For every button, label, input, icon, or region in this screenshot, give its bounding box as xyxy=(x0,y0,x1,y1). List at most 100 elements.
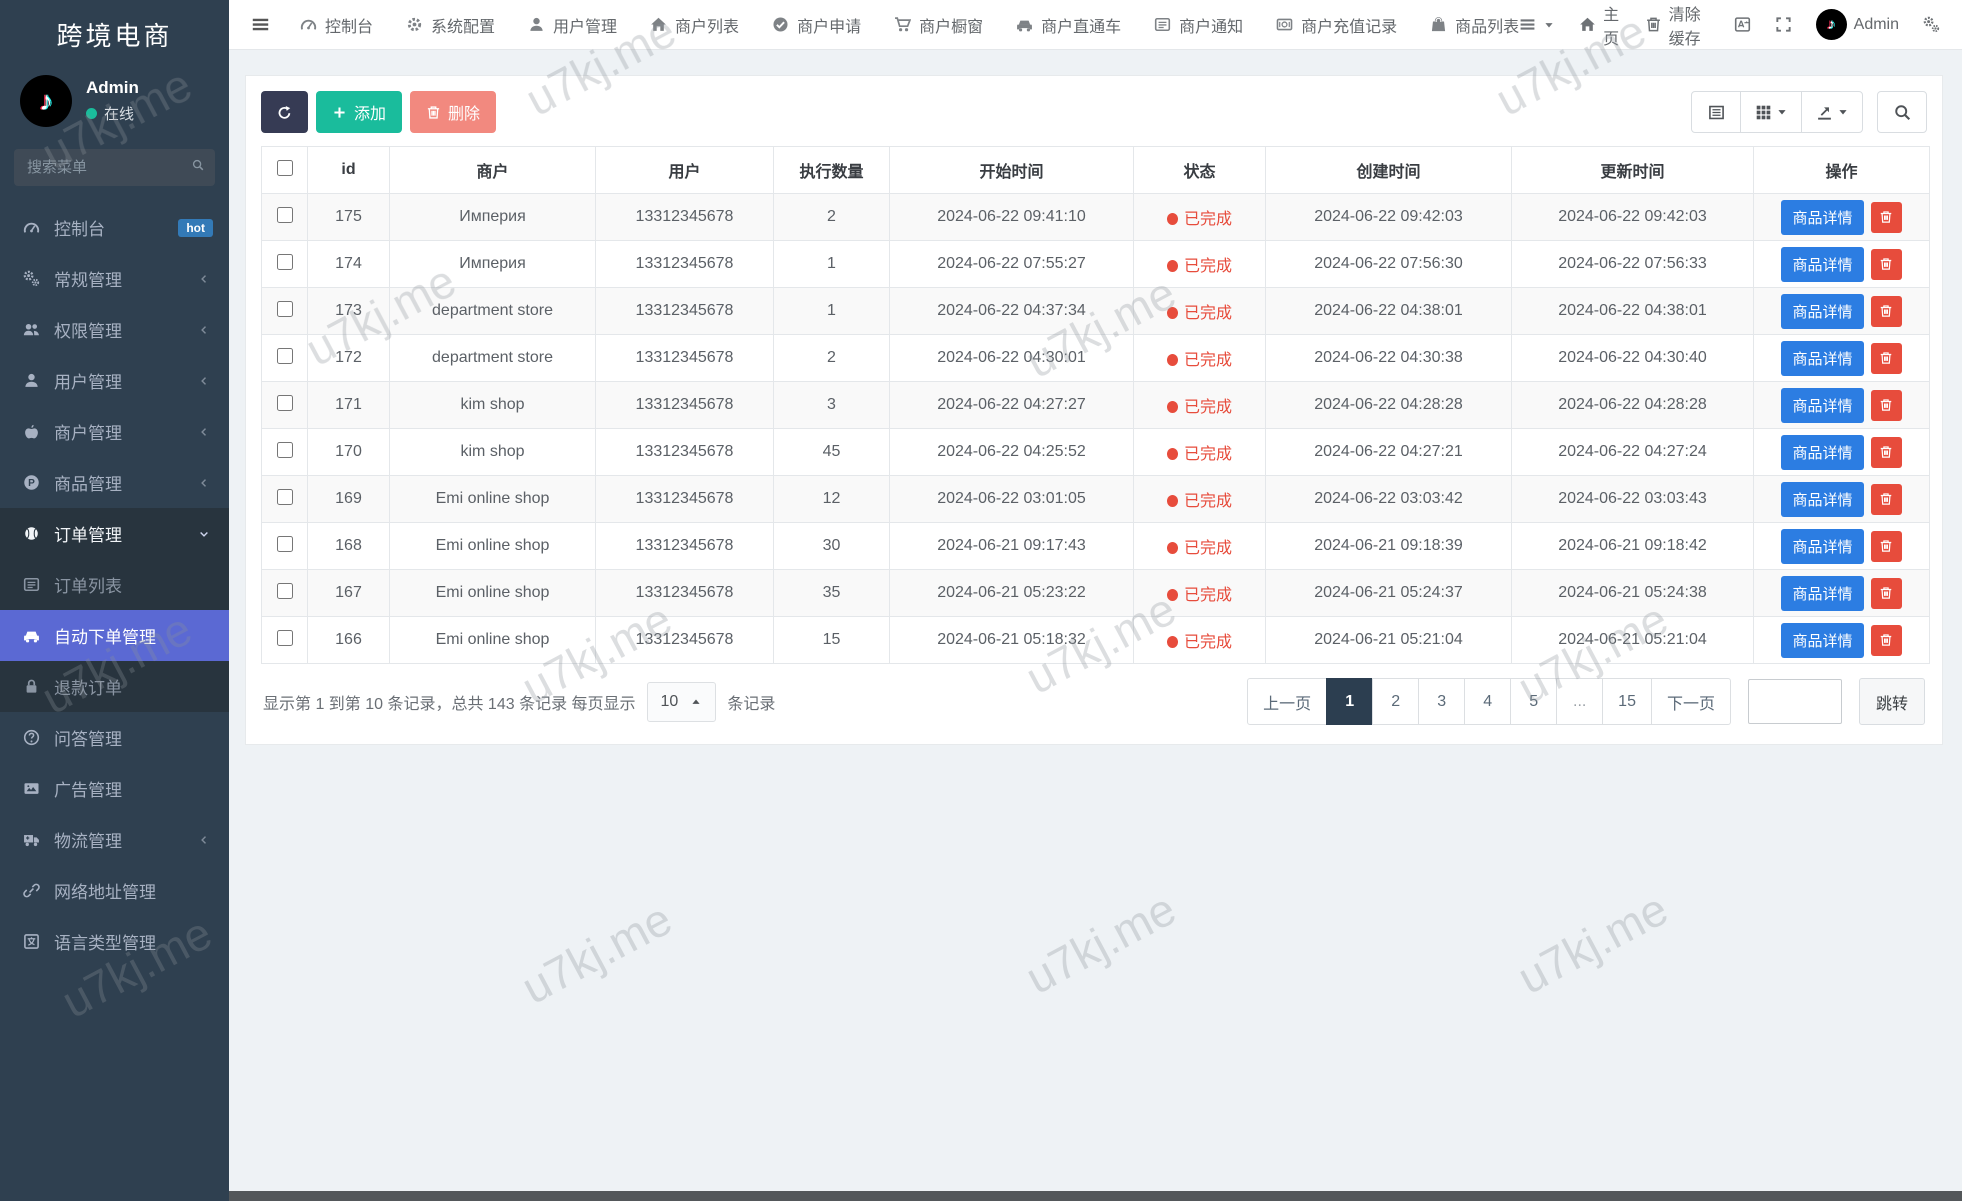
product-detail-button[interactable]: 商品详情 xyxy=(1781,529,1863,564)
table-search-button[interactable] xyxy=(1877,91,1927,133)
row-checkbox[interactable] xyxy=(277,442,293,458)
question-circle-icon xyxy=(22,729,41,746)
product-detail-button[interactable]: 商品详情 xyxy=(1781,576,1863,611)
nav-item-merchant-train[interactable]: 商户直通车 xyxy=(1016,13,1121,37)
product-detail-button[interactable]: 商品详情 xyxy=(1781,200,1863,235)
row-checkbox[interactable] xyxy=(277,207,293,223)
select-all-checkbox[interactable] xyxy=(277,160,293,176)
nav-item-merchant-window[interactable]: 商户橱窗 xyxy=(894,13,983,37)
row-checkbox[interactable] xyxy=(277,583,293,599)
row-delete-button[interactable] xyxy=(1871,296,1902,327)
avatar[interactable]: ♪ xyxy=(20,75,72,127)
sidebar-item-network-address-manage[interactable]: 网络地址管理 xyxy=(0,865,229,916)
sidebar-item-order-list[interactable]: 订单列表 xyxy=(0,559,229,610)
nav-item-product-list[interactable]: 商品列表 xyxy=(1430,13,1519,37)
row-delete-button[interactable] xyxy=(1871,437,1902,468)
row-checkbox[interactable] xyxy=(277,301,293,317)
cell-merchant: kim shop xyxy=(390,429,596,476)
cell-start: 2024-06-22 04:25:52 xyxy=(890,429,1134,476)
column-header: 更新时间 xyxy=(1512,147,1754,194)
nav-item-console[interactable]: 控制台 xyxy=(300,13,373,37)
row-delete-button[interactable] xyxy=(1871,343,1902,374)
product-detail-button[interactable]: 商品详情 xyxy=(1781,388,1863,423)
hamburger-icon[interactable] xyxy=(251,15,270,34)
sidebar-item-ad-manage[interactable]: 广告管理 xyxy=(0,763,229,814)
row-checkbox[interactable] xyxy=(277,630,293,646)
page-jump-input[interactable] xyxy=(1748,679,1842,724)
svg-text:P: P xyxy=(28,478,35,489)
sidebar-item-product-manage[interactable]: P商品管理 xyxy=(0,457,229,508)
export-button[interactable] xyxy=(1801,91,1863,133)
nav-item-user-manage[interactable]: 用户管理 xyxy=(528,13,617,37)
row-checkbox[interactable] xyxy=(277,348,293,364)
row-delete-button[interactable] xyxy=(1871,202,1902,233)
page-button-5[interactable]: 5 xyxy=(1510,678,1557,725)
page-button-3[interactable]: 3 xyxy=(1418,678,1465,725)
home-link[interactable]: 主页 xyxy=(1579,1,1620,49)
sidebar-item-user-manage[interactable]: 用户管理 xyxy=(0,355,229,406)
add-button[interactable]: 添加 xyxy=(316,91,402,133)
fullscreen-button[interactable] xyxy=(1775,16,1792,33)
page-button-4[interactable]: 4 xyxy=(1464,678,1511,725)
row-delete-button[interactable] xyxy=(1871,625,1902,656)
settings-button[interactable] xyxy=(1923,16,1940,33)
row-checkbox[interactable] xyxy=(277,489,293,505)
row-delete-button[interactable] xyxy=(1871,578,1902,609)
row-checkbox[interactable] xyxy=(277,395,293,411)
cart-icon xyxy=(894,16,911,33)
sidebar-item-logistics-manage[interactable]: 物流管理 xyxy=(0,814,229,865)
row-delete-button[interactable] xyxy=(1871,484,1902,515)
sidebar-item-language-type-manage[interactable]: 语言类型管理 xyxy=(0,916,229,967)
sidebar-item-merchant-manage[interactable]: 商户管理 xyxy=(0,406,229,457)
prev-page-button[interactable]: 上一页 xyxy=(1247,678,1327,725)
page-size-select[interactable]: 10 xyxy=(647,682,717,722)
column-header: 用户 xyxy=(596,147,774,194)
row-delete-button[interactable] xyxy=(1871,390,1902,421)
product-detail-button[interactable]: 商品详情 xyxy=(1781,623,1863,658)
sidebar-item-auto-order-manage[interactable]: 自动下单管理 xyxy=(0,610,229,661)
nav-item-merchant-apply[interactable]: 商户申请 xyxy=(772,13,861,37)
sidebar-item-qa-manage[interactable]: 问答管理 xyxy=(0,712,229,763)
product-detail-button[interactable]: 商品详情 xyxy=(1781,482,1863,517)
clear-cache-link[interactable]: 清除缓存 xyxy=(1645,1,1710,49)
columns-button[interactable] xyxy=(1740,91,1802,133)
cell-count: 45 xyxy=(774,429,890,476)
row-delete-button[interactable] xyxy=(1871,249,1902,280)
row-delete-button[interactable] xyxy=(1871,531,1902,562)
page-button-2[interactable]: 2 xyxy=(1372,678,1419,725)
next-page-button[interactable]: 下一页 xyxy=(1651,678,1731,725)
nav-item-merchant-list[interactable]: 商户列表 xyxy=(650,13,739,37)
sidebar-item-general-manage[interactable]: 常规管理 xyxy=(0,253,229,304)
sidebar-item-console[interactable]: 控制台hot xyxy=(0,202,229,253)
horizontal-scrollbar[interactable] xyxy=(229,1191,1962,1201)
username-label: Admin xyxy=(1854,16,1899,34)
search-icon[interactable] xyxy=(192,159,204,171)
product-detail-button[interactable]: 商品详情 xyxy=(1781,341,1863,376)
page-button-1[interactable]: 1 xyxy=(1326,678,1373,725)
chevron-left-icon xyxy=(194,273,213,285)
nav-item-merchant-notice[interactable]: 商户通知 xyxy=(1154,13,1243,37)
product-detail-button[interactable]: 商品详情 xyxy=(1781,294,1863,329)
list-view-button[interactable] xyxy=(1691,91,1741,133)
translate-button[interactable] xyxy=(1734,16,1751,33)
refresh-button[interactable] xyxy=(261,91,308,133)
menu-search-input[interactable] xyxy=(14,149,215,186)
row-checkbox[interactable] xyxy=(277,254,293,270)
sidebar-item-order-manage[interactable]: 订单管理 xyxy=(0,508,229,559)
page-button-15[interactable]: 15 xyxy=(1602,678,1652,725)
user-menu[interactable]: ♪ Admin xyxy=(1816,9,1899,40)
user-profile: ♪ Admin 在线 xyxy=(0,59,229,139)
product-detail-button[interactable]: 商品详情 xyxy=(1781,247,1863,282)
delete-button[interactable]: 删除 xyxy=(410,91,496,133)
product-detail-button[interactable]: 商品详情 xyxy=(1781,435,1863,470)
nav-item-merchant-recharge[interactable]: 商户充值记录 xyxy=(1276,13,1397,37)
jump-button[interactable]: 跳转 xyxy=(1859,678,1925,725)
table-row: 172department store1331234567822024-06-2… xyxy=(262,335,1930,382)
cell-id: 168 xyxy=(308,523,390,570)
table-row: 175Империя1331234567822024-06-22 09:41:1… xyxy=(262,194,1930,241)
nav-list-menu-button[interactable] xyxy=(1519,16,1555,33)
sidebar-item-refund-order[interactable]: 退款订单 xyxy=(0,661,229,712)
nav-item-system-config[interactable]: 系统配置 xyxy=(406,13,495,37)
row-checkbox[interactable] xyxy=(277,536,293,552)
sidebar-item-permission-manage[interactable]: 权限管理 xyxy=(0,304,229,355)
